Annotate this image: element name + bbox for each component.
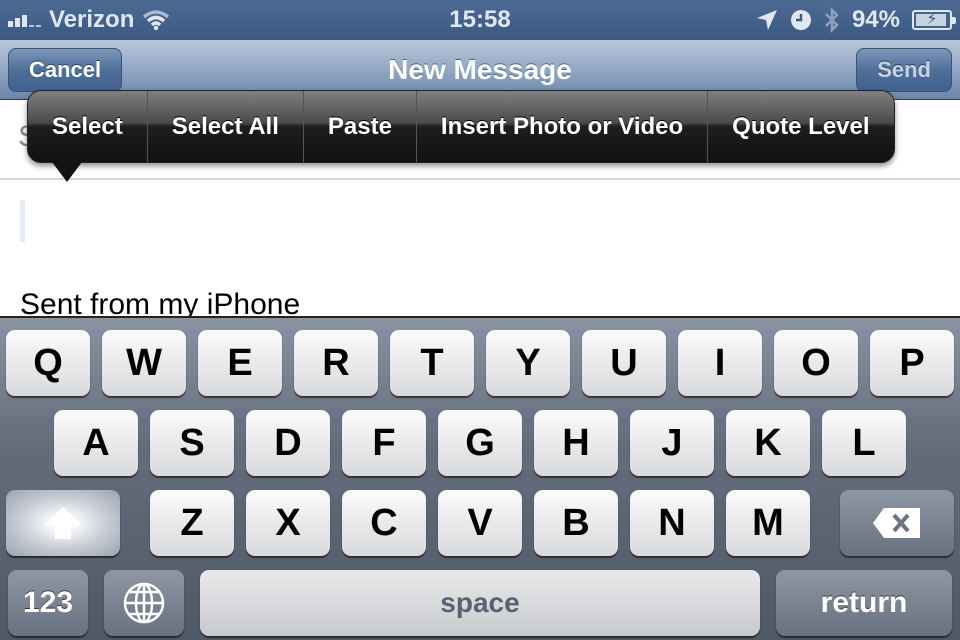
- key-q[interactable]: Q: [6, 330, 90, 396]
- key-t[interactable]: T: [390, 330, 474, 396]
- return-key[interactable]: return: [776, 570, 952, 636]
- menu-item-select-all[interactable]: Select All: [146, 91, 303, 162]
- key-r[interactable]: R: [294, 330, 378, 396]
- keyboard: 123 space return QWERTYUIOP ASDFGHJKL ZXCV…: [0, 316, 960, 640]
- key-w[interactable]: W: [102, 330, 186, 396]
- bluetooth-icon: [825, 6, 839, 34]
- menu-item-quote-level[interactable]: Quote Level: [707, 91, 893, 162]
- shift-key[interactable]: [6, 490, 120, 556]
- key-j[interactable]: J: [630, 410, 714, 476]
- status-bar: Verizon 15:58 94% ⚡: [0, 0, 960, 40]
- send-button[interactable]: Send: [856, 48, 952, 92]
- menu-item-insert-photo-or-video[interactable]: Insert Photo or Video: [415, 91, 707, 162]
- key-v[interactable]: V: [438, 490, 522, 556]
- key-i[interactable]: I: [678, 330, 762, 396]
- key-g[interactable]: G: [438, 410, 522, 476]
- page-title: New Message: [388, 54, 572, 85]
- battery-charging-icon: ⚡: [912, 10, 956, 30]
- globe-key[interactable]: [104, 570, 184, 636]
- key-x[interactable]: X: [246, 490, 330, 556]
- key-n[interactable]: N: [630, 490, 714, 556]
- shift-arrow-icon: [45, 507, 81, 539]
- key-u[interactable]: U: [582, 330, 666, 396]
- key-c[interactable]: C: [342, 490, 426, 556]
- key-a[interactable]: A: [54, 410, 138, 476]
- key-s[interactable]: S: [150, 410, 234, 476]
- key-b[interactable]: B: [534, 490, 618, 556]
- menu-item-select[interactable]: Select: [28, 91, 147, 162]
- battery-percent: 94%: [851, 6, 900, 33]
- menu-pointer-arrow: [52, 162, 82, 182]
- key-o[interactable]: O: [774, 330, 858, 396]
- menu-item-paste[interactable]: Paste: [302, 91, 416, 162]
- key-m[interactable]: M: [726, 490, 810, 556]
- alarm-clock-icon: [790, 10, 811, 30]
- delete-key[interactable]: [840, 490, 954, 556]
- backspace-icon: [873, 508, 920, 538]
- key-p[interactable]: P: [870, 330, 954, 396]
- edit-menu: Select Select All Paste Insert Photo or …: [27, 90, 895, 163]
- space-key[interactable]: space: [200, 570, 760, 636]
- key-d[interactable]: D: [246, 410, 330, 476]
- key-k[interactable]: K: [726, 410, 810, 476]
- key-l[interactable]: L: [822, 410, 906, 476]
- key-z[interactable]: Z: [150, 490, 234, 556]
- key-f[interactable]: F: [342, 410, 426, 476]
- key-h[interactable]: H: [534, 410, 618, 476]
- numbers-key[interactable]: 123: [8, 570, 88, 636]
- location-arrow-icon: [756, 10, 777, 30]
- key-e[interactable]: E: [198, 330, 282, 396]
- text-cursor: [20, 200, 25, 242]
- key-y[interactable]: Y: [486, 330, 570, 396]
- globe-icon: [123, 582, 165, 624]
